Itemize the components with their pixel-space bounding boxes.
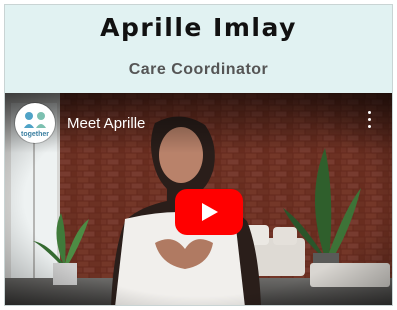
profile-card: Aprille Imlay Care Coordinator together …	[4, 4, 393, 306]
more-options-icon[interactable]	[364, 111, 374, 133]
channel-logo[interactable]: together	[15, 103, 55, 143]
play-button[interactable]	[175, 189, 243, 235]
profile-name: Aprille Imlay	[100, 13, 297, 42]
video-player[interactable]: together Meet Aprille	[5, 93, 392, 305]
video-title[interactable]: Meet Aprille	[67, 115, 145, 132]
profile-header: Aprille Imlay Care Coordinator	[5, 5, 392, 93]
channel-logo-icon: together	[21, 112, 49, 138]
profile-role: Care Coordinator	[128, 61, 269, 78]
channel-logo-text: together	[21, 131, 49, 138]
play-icon	[175, 189, 243, 235]
video-top-bar	[5, 93, 392, 153]
